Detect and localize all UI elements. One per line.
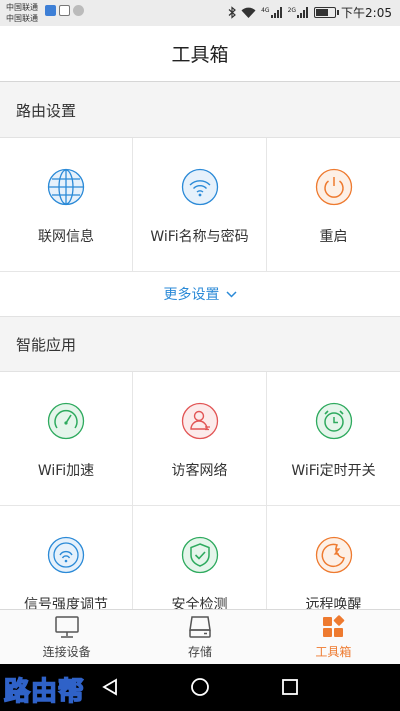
status-right: 4G 2G 下午2:05 <box>228 4 392 21</box>
power-icon <box>315 168 352 206</box>
tool-restart[interactable]: 重启 <box>267 138 400 272</box>
router-grid: 联网信息 WiFi名称与密码 重启 <box>0 138 400 272</box>
tool-label: 信号强度调节 <box>24 597 108 609</box>
smart-grid: WiFi加速 访客网络 WiFi定时开关 信号强度调节 安全检测 远程唤醒 <box>0 372 400 609</box>
tool-label: 重启 <box>319 229 348 245</box>
alarm-clock-icon <box>315 402 352 440</box>
signal-1: 4G <box>261 7 282 18</box>
battery-level <box>316 9 329 16</box>
watermark-logo: 路由帮 <box>3 676 86 708</box>
clock: 下午2:05 <box>341 6 392 20</box>
bottom-nav: 连接设备 存储 工具箱 <box>0 609 400 664</box>
signal-bars-icon <box>270 7 282 18</box>
carrier-info: 中国联通 中国联通 <box>6 2 38 24</box>
home-circle-icon[interactable] <box>190 677 210 697</box>
tool-guest-network[interactable]: 访客网络 <box>133 372 267 506</box>
tool-label: 访客网络 <box>171 463 228 479</box>
tool-label: WiFi加速 <box>37 463 95 479</box>
nav-label: 工具箱 <box>315 644 352 659</box>
net-tag-1: 4G <box>261 7 270 14</box>
tool-label: 安全检测 <box>171 597 228 609</box>
recents-square-icon[interactable] <box>280 677 300 697</box>
bluetooth-icon <box>228 6 237 19</box>
tool-label: WiFi名称与密码 <box>150 229 249 245</box>
moon-sleep-icon <box>315 536 352 574</box>
chevron-down-icon <box>225 290 237 298</box>
wifi-icon <box>181 168 218 206</box>
tool-network-info[interactable]: 联网信息 <box>0 138 133 272</box>
nav-label: 存储 <box>187 644 212 659</box>
more-settings-link[interactable]: 更多设置 <box>0 272 400 317</box>
tool-remote-wake[interactable]: 远程唤醒 <box>267 506 400 609</box>
tool-wifi-boost[interactable]: WiFi加速 <box>0 372 133 506</box>
status-bar: 中国联通 中国联通 4G 2G 下午2:05 <box>0 0 400 26</box>
tool-label: 远程唤醒 <box>305 597 362 609</box>
wechat-icon <box>73 5 84 16</box>
title-bar: 工具箱 <box>0 26 400 82</box>
net-tag-2: 2G <box>287 7 297 14</box>
page-title: 工具箱 <box>171 44 229 66</box>
guest-user-icon <box>181 402 218 440</box>
notification-icons <box>45 5 84 16</box>
storage-drive-icon <box>189 615 211 638</box>
signal-wifi-icon <box>47 536 85 574</box>
speedometer-icon <box>47 402 85 440</box>
wifi-status-icon <box>241 7 256 18</box>
tool-wifi-name-password[interactable]: WiFi名称与密码 <box>133 138 267 272</box>
carrier-2: 中国联通 <box>6 14 38 23</box>
tool-wifi-timer[interactable]: WiFi定时开关 <box>267 372 400 506</box>
more-settings-label: 更多设置 <box>163 287 220 303</box>
tool-list[interactable]: 路由设置 联网信息 WiFi名称与密码 重启 更多设置 智能应用 WiFi加速 … <box>0 83 400 609</box>
shield-check-icon <box>181 536 218 574</box>
battery-icon <box>314 7 340 18</box>
carrier-1: 中国联通 <box>6 3 38 12</box>
signal-2: 2G <box>288 7 309 18</box>
monitor-icon <box>54 615 79 638</box>
section-header-smart: 智能应用 <box>0 317 400 372</box>
app-screen: 中国联通 中国联通 4G 2G 下午2:05 工具箱 路由设置 联网信息 WiF… <box>0 0 400 711</box>
signal-bars-icon <box>297 7 309 18</box>
tool-security-check[interactable]: 安全检测 <box>133 506 267 609</box>
tool-label: 联网信息 <box>38 229 94 245</box>
system-nav-bar: 路由帮 <box>0 664 400 711</box>
nav-label: 连接设备 <box>42 644 91 659</box>
sim-notification-icon <box>59 5 70 16</box>
app-notification-icon <box>45 5 56 16</box>
nav-storage[interactable]: 存储 <box>133 610 266 664</box>
nav-toolbox[interactable]: 工具箱 <box>267 610 400 664</box>
nav-connected-devices[interactable]: 连接设备 <box>0 610 133 664</box>
tool-signal-strength[interactable]: 信号强度调节 <box>0 506 133 609</box>
toolbox-grid-icon <box>323 614 345 637</box>
section-header-router: 路由设置 <box>0 83 400 138</box>
globe-icon <box>47 168 85 206</box>
back-triangle-icon[interactable] <box>100 677 120 697</box>
tool-label: WiFi定时开关 <box>291 463 376 479</box>
